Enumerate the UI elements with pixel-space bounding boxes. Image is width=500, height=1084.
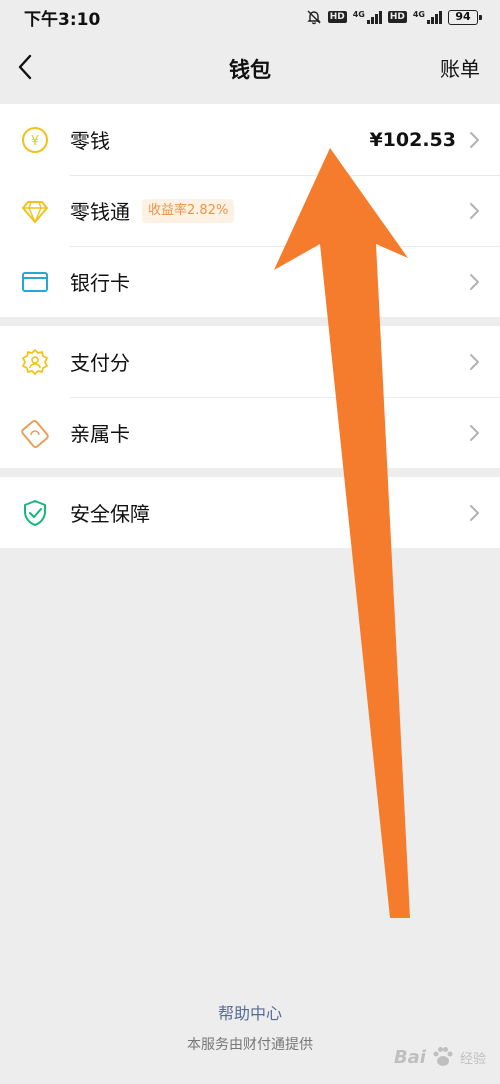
hd-badge: HD: [327, 11, 347, 23]
coin-yen-icon: ¥: [22, 127, 48, 153]
chevron-right-icon: [470, 425, 479, 441]
bank-card-row[interactable]: 银行卡: [0, 246, 500, 317]
signal-icon: [366, 10, 382, 24]
family-card-label: 亲属卡: [70, 422, 130, 446]
signal-icon: [427, 10, 442, 24]
chevron-right-icon: [470, 274, 479, 290]
pay-score-label: 支付分: [70, 351, 130, 375]
paw-logo-icon: [433, 1047, 453, 1066]
chevron-right-icon: [470, 505, 479, 521]
pay-score-row[interactable]: 支付分: [0, 326, 500, 397]
shield-check-icon: [24, 500, 46, 526]
family-card-icon: [21, 420, 49, 448]
bank-card-label: 银行卡: [70, 271, 130, 295]
change-balance: ¥102.53: [369, 128, 456, 151]
security-group: 安全保障: [0, 477, 500, 548]
chevron-right-icon: [470, 354, 479, 370]
svg-text:¥: ¥: [31, 134, 39, 149]
security-label: 安全保障: [70, 502, 150, 526]
help-center-link[interactable]: 帮助中心: [0, 1000, 500, 1024]
chevron-right-icon: [470, 203, 479, 219]
hd-badge: HD: [387, 11, 407, 23]
watermark-brand: Bai: [393, 1046, 426, 1068]
services-group: 支付分 亲属卡: [0, 326, 500, 468]
status-bar: 下午3:10 HD 4G HD 4G 94: [0, 0, 500, 34]
bill-button[interactable]: 账单: [440, 53, 480, 82]
page-title: 钱包: [229, 58, 271, 82]
card-icon: [22, 272, 48, 292]
battery-icon: 94: [448, 9, 482, 25]
watermark-text: 经验: [459, 1051, 486, 1067]
status-icons: HD 4G HD 4G 94: [306, 9, 482, 25]
chevron-right-icon: [470, 132, 479, 148]
lct-row[interactable]: 零钱通 收益率2.82%: [0, 175, 500, 246]
family-card-row[interactable]: 亲属卡: [0, 397, 500, 468]
network-type: 4G: [352, 10, 365, 19]
nav-bar: 钱包 账单: [0, 34, 500, 104]
change-label: 零钱: [70, 129, 110, 153]
diamond-icon: [22, 201, 48, 224]
yield-badge: 收益率2.82%: [142, 198, 235, 223]
mute-bell-icon: [306, 10, 321, 25]
badge-score-icon: [22, 349, 48, 375]
network-type: 4G: [412, 10, 425, 19]
change-row[interactable]: ¥ 零钱 ¥102.53: [0, 104, 500, 175]
baidu-watermark: Bai 经验: [394, 1044, 486, 1070]
lct-label: 零钱通: [70, 200, 130, 224]
status-time: 下午3:10: [24, 9, 101, 30]
wallet-group: ¥ 零钱 ¥102.53 零钱通 收益率2.82% 银行卡: [0, 104, 500, 317]
security-row[interactable]: 安全保障: [0, 477, 500, 548]
